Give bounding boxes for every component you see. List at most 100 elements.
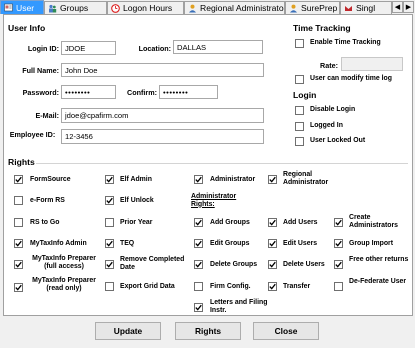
- rights-mytaxinfo-admin-label: MyTaxInfo Admin: [30, 240, 87, 247]
- rights-edit-groups-checkbox[interactable]: [194, 239, 203, 248]
- tab-logon-hours-label: Logon Hours: [123, 3, 173, 13]
- login-heading: Login: [293, 90, 317, 100]
- rights-elf-unlock-label: Elf Unlock: [120, 197, 154, 204]
- checkmark-icon: [195, 176, 202, 183]
- rights-export-grid-data-label: Export Grid Data: [120, 283, 175, 290]
- modify-time-log-checkbox[interactable]: [295, 75, 304, 84]
- checkmark-icon: [335, 240, 342, 247]
- rights-edit-users-label: Edit Users: [283, 240, 318, 247]
- tab-groups[interactable]: Groups: [44, 1, 107, 14]
- user-locked-out-label: User Locked Out: [310, 137, 366, 144]
- rights-letters-filing-checkbox[interactable]: [194, 303, 203, 312]
- logged-in-label: Logged In: [310, 122, 343, 129]
- arrow-left-icon: ◀: [394, 4, 401, 11]
- rights-teq-checkbox[interactable]: [105, 239, 114, 248]
- single-icon: [344, 4, 353, 13]
- logged-in-checkbox[interactable]: [295, 122, 304, 131]
- rights-heading: Rights: [8, 157, 35, 167]
- rights-add-users-checkbox[interactable]: [268, 218, 277, 227]
- login-id-label: Login ID:: [27, 44, 59, 53]
- tab-regional-administrator[interactable]: Regional Administrator: [184, 1, 285, 14]
- tab-scroll-right-button[interactable]: ▶: [403, 1, 414, 13]
- confirm-label: Confirm:: [127, 88, 157, 97]
- employee-id-field[interactable]: 12-3456: [61, 129, 264, 144]
- update-button[interactable]: Update: [95, 322, 161, 340]
- rate-label: Rate:: [320, 61, 338, 70]
- location-field[interactable]: DALLAS: [173, 40, 263, 54]
- rights-rs-to-go-checkbox[interactable]: [14, 218, 23, 227]
- rights-delete-users-label: Delete Users: [283, 261, 325, 268]
- rights-administrator-checkbox[interactable]: [194, 175, 203, 184]
- tab-single[interactable]: Singl: [340, 1, 392, 14]
- rights-export-grid-data-checkbox[interactable]: [105, 282, 114, 291]
- rights-delete-groups-checkbox[interactable]: [194, 260, 203, 269]
- rights-remove-completed-date-label: Remove Completed Date: [120, 256, 185, 271]
- tab-sureprep-label: SurePrep: [301, 3, 338, 13]
- checkmark-icon: [106, 240, 113, 247]
- enable-time-tracking-label: Enable Time Tracking: [310, 39, 381, 46]
- rights-transfer-checkbox[interactable]: [268, 282, 277, 291]
- checkmark-icon: [15, 284, 22, 291]
- sureprep-icon: [289, 4, 298, 13]
- checkmark-icon: [335, 261, 342, 268]
- rights-mytaxinfo-admin-checkbox[interactable]: [14, 239, 23, 248]
- full-name-label: Full Name:: [22, 66, 59, 75]
- rights-delete-users-checkbox[interactable]: [268, 260, 277, 269]
- rights-teq-label: TEQ: [120, 240, 135, 247]
- rights-mytaxinfo-preparer-full-checkbox[interactable]: [14, 260, 23, 269]
- rights-remove-completed-date-checkbox[interactable]: [105, 260, 114, 269]
- rights-edit-users-checkbox[interactable]: [268, 239, 277, 248]
- user-tab-panel: User Info Login ID: JDOE Location: DALLA…: [3, 14, 413, 316]
- checkmark-icon: [106, 261, 113, 268]
- rights-free-other-returns-checkbox[interactable]: [334, 260, 343, 269]
- user-info-heading: User Info: [8, 23, 46, 33]
- password-label: Password:: [22, 88, 59, 97]
- rights-eform-rs-label: e-Form RS: [30, 197, 65, 204]
- rights-formsource-label: FormSource: [30, 176, 71, 183]
- password-field[interactable]: ••••••••: [61, 85, 116, 99]
- checkmark-icon: [195, 240, 202, 247]
- rights-add-groups-checkbox[interactable]: [194, 218, 203, 227]
- email-label: E-Mail:: [35, 111, 59, 120]
- rights-create-administrators-label: Create Administrators: [349, 214, 399, 229]
- rate-field[interactable]: [341, 57, 403, 71]
- rights-eform-rs-checkbox[interactable]: [14, 196, 23, 205]
- rights-transfer-label: Transfer: [283, 283, 311, 290]
- rights-formsource-checkbox[interactable]: [14, 175, 23, 184]
- checkmark-icon: [269, 240, 276, 247]
- tab-scroll-left-button[interactable]: ◀: [392, 1, 403, 13]
- confirm-field[interactable]: ••••••••: [159, 85, 218, 99]
- time-tracking-heading: Time Tracking: [293, 23, 351, 33]
- checkmark-icon: [15, 261, 22, 268]
- rights-elf-unlock-checkbox[interactable]: [105, 196, 114, 205]
- rights-button[interactable]: Rights: [175, 322, 241, 340]
- email-field[interactable]: jdoe@cpafirm.com: [61, 108, 264, 123]
- close-button[interactable]: Close: [253, 322, 319, 340]
- tab-user-label: User: [16, 2, 35, 13]
- rights-de-federate-user-checkbox[interactable]: [334, 282, 343, 291]
- full-name-field[interactable]: John Doe: [61, 63, 264, 77]
- regional-admin-icon: [188, 4, 197, 13]
- enable-time-tracking-checkbox[interactable]: [295, 39, 304, 48]
- rights-divider: [36, 163, 408, 164]
- rights-firm-config-checkbox[interactable]: [194, 282, 203, 291]
- rights-prior-year-checkbox[interactable]: [105, 218, 114, 227]
- tab-user[interactable]: User: [0, 0, 44, 14]
- groups-icon: [48, 4, 57, 13]
- disable-login-checkbox[interactable]: [295, 106, 304, 115]
- login-id-field[interactable]: JDOE: [61, 41, 116, 55]
- rights-group-import-checkbox[interactable]: [334, 239, 343, 248]
- rights-regional-administrator-checkbox[interactable]: [268, 175, 277, 184]
- tab-logon-hours[interactable]: Logon Hours: [107, 1, 184, 14]
- rights-mytaxinfo-preparer-read-checkbox[interactable]: [14, 283, 23, 292]
- checkmark-icon: [269, 261, 276, 268]
- tab-sureprep[interactable]: SurePrep: [285, 1, 340, 14]
- user-locked-out-checkbox[interactable]: [295, 137, 304, 146]
- checkmark-icon: [335, 219, 342, 226]
- rights-de-federate-user-label: De-Federate User: [349, 278, 407, 285]
- modify-time-log-label: User can modify time log: [310, 75, 392, 82]
- rights-create-administrators-checkbox[interactable]: [334, 218, 343, 227]
- checkmark-icon: [106, 176, 113, 183]
- rights-elf-admin-checkbox[interactable]: [105, 175, 114, 184]
- disable-login-label: Disable Login: [310, 106, 356, 113]
